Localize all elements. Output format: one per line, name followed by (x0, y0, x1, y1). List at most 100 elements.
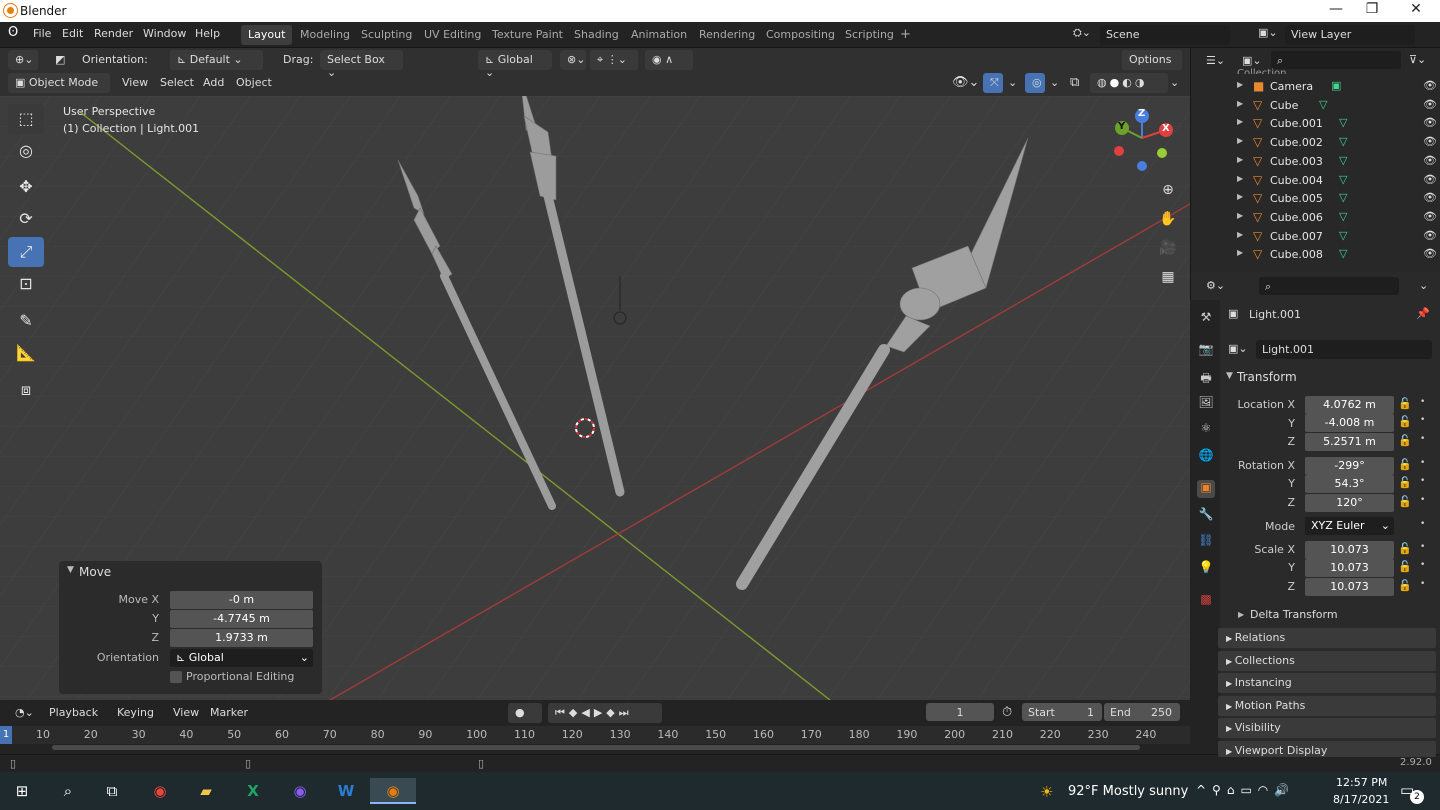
filter-icon[interactable]: ⊽⌄ (1409, 53, 1426, 66)
transform-header[interactable]: Transform (1237, 370, 1297, 384)
orientation-dropdown[interactable]: ⊾ Default ⌄ (170, 50, 263, 70)
mesh-data-icon[interactable]: ▽ (1339, 191, 1347, 204)
expand-triangle-icon[interactable]: ▶ (1237, 248, 1243, 257)
menu-object[interactable]: Object (236, 76, 272, 89)
expand-triangle-icon[interactable]: ▶ (1237, 155, 1243, 164)
keyframe-dot-icon[interactable]: • (1420, 495, 1425, 505)
outliner-row[interactable]: ▶ ▽ Cube ▽ 👁 (1191, 97, 1440, 116)
transform-orientation-dropdown[interactable]: ⊾ Global ⌄ (478, 50, 552, 79)
modifier-tab-icon[interactable]: 🔧 (1197, 507, 1215, 525)
outliner-row[interactable]: ▶ ▽ Cube.007 ▽ 👁 (1191, 228, 1440, 247)
rotation-y-field[interactable]: 54.3° (1305, 475, 1394, 493)
mesh-data-icon[interactable]: ▽ (1339, 247, 1347, 260)
transform-tool-icon[interactable]: ⊡ (8, 269, 44, 299)
keyframe-dot-icon[interactable]: • (1420, 476, 1425, 486)
scale-x-field[interactable]: 10.073 (1305, 541, 1394, 559)
transform-collapse-icon[interactable]: ▼ (1226, 371, 1233, 381)
constraint-tab-icon[interactable]: ⛓ (1197, 533, 1215, 551)
tab-scripting[interactable]: Scripting (838, 25, 901, 45)
keyframe-dot-icon[interactable]: • (1420, 542, 1425, 552)
section-viewport-display[interactable]: ▶ Viewport Display (1218, 741, 1436, 757)
tab-rendering[interactable]: Rendering (692, 25, 762, 45)
timeline-view-menu[interactable]: View (173, 706, 199, 719)
app-icon[interactable]: ◉ (286, 778, 314, 804)
lock-icon[interactable]: 🔓 (1398, 560, 1412, 573)
world-tab-icon[interactable]: 🌐 (1197, 448, 1215, 466)
rotation-mode-dropdown[interactable]: XYZ Euler ⌄ (1305, 517, 1394, 535)
location-x-field[interactable]: 4.0762 m (1305, 396, 1394, 414)
move-panel-title[interactable]: Move (79, 565, 111, 579)
mesh-data-icon[interactable]: ▽ (1339, 135, 1347, 148)
pin-icon[interactable]: 📌 (1416, 307, 1430, 320)
keying-menu[interactable]: Keying ⌄ (110, 703, 164, 732)
lock-icon[interactable]: 🔓 (1398, 495, 1412, 508)
lock-icon[interactable]: 🔓 (1398, 415, 1412, 428)
gizmo-dropdown-icon[interactable]: ⌄ (1008, 76, 1017, 89)
proportional-editing-checkbox[interactable] (170, 671, 182, 683)
mesh-data-icon[interactable]: ▽ (1339, 116, 1347, 129)
location-y-field[interactable]: -4.008 m (1305, 414, 1394, 432)
weather-icon[interactable]: ☀ (1040, 783, 1053, 801)
section-collections[interactable]: ▶ Collections (1218, 650, 1436, 671)
expand-triangle-icon[interactable]: ▶ (1237, 230, 1243, 239)
chrome-icon[interactable]: ◉ (146, 778, 174, 804)
measure-tool-icon[interactable]: 📐 (8, 338, 44, 368)
outliner-row[interactable]: ▶ ▽ Cube.005 ▽ 👁 (1191, 190, 1440, 209)
visibility-eye-icon[interactable]: 👁 (1423, 247, 1437, 260)
move-orientation-dropdown[interactable]: ⊾ Global ⌄ (170, 649, 313, 667)
record-button[interactable]: ● ⌄ (508, 703, 542, 732)
end-frame-field[interactable]: End 250 (1104, 703, 1180, 721)
cursor-tool-icon[interactable]: ◎ (8, 136, 44, 166)
weather-label[interactable]: 92°F Mostly sunny (1068, 784, 1188, 799)
scene-icon[interactable]: ⛭⌄ (1073, 26, 1091, 40)
output-tab-icon[interactable]: 🖶 (1197, 369, 1215, 387)
playback-controls[interactable]: ⏮◆◀▶◆⏭ (548, 703, 662, 723)
menu-file[interactable]: File (33, 27, 51, 40)
rotation-x-field[interactable]: -299° (1305, 457, 1394, 475)
scale-z-field[interactable]: 10.073 (1305, 578, 1394, 596)
frame-ruler[interactable]: 1 10 20 30 40 50 60 70 80 90 100 110 120 130 140 150 16… (0, 726, 1190, 744)
menu-render[interactable]: Render (94, 27, 133, 40)
outliner-row[interactable]: ▶ ■ Camera ▣ 👁 (1191, 78, 1440, 97)
move-y-field[interactable]: -4.7745 m (170, 610, 313, 628)
lock-icon[interactable]: 🔓 (1398, 542, 1412, 555)
pivot-dropdown[interactable]: ⊗⌄ (560, 50, 586, 70)
tab-sculpting[interactable]: Sculpting (354, 25, 419, 45)
section-visibility[interactable]: ▶ Visibility (1218, 718, 1436, 739)
lock-icon[interactable]: 🔓 (1398, 458, 1412, 471)
menu-view[interactable]: View (122, 76, 148, 89)
minimize-button[interactable]: — (1316, 1, 1356, 17)
windows-start-icon[interactable]: ⊞ (8, 778, 36, 804)
expand-triangle-icon[interactable]: ▶ (1237, 80, 1243, 89)
start-frame-field[interactable]: Start 1 (1022, 703, 1102, 721)
timeline-scrollbar[interactable] (52, 745, 1140, 750)
navigation-gizmo[interactable]: Z X Y (1110, 106, 1180, 176)
outliner-row[interactable]: ▶ ▽ Cube.006 ▽ 👁 (1191, 209, 1440, 228)
scene-tab-icon[interactable]: ⚛ (1197, 421, 1215, 439)
section-relations[interactable]: ▶ Relations (1218, 628, 1436, 648)
rotate-tool-icon[interactable]: ⟳ (8, 204, 44, 234)
properties-search[interactable]: ⌕ (1259, 277, 1399, 295)
move-z-field[interactable]: 1.9733 m (170, 629, 313, 647)
visibility-eye-icon[interactable]: 👁 (1423, 191, 1437, 204)
editor-type-button[interactable]: ⊕⌄ (8, 50, 38, 70)
lock-icon[interactable]: 🔓 (1398, 579, 1412, 592)
gizmo-toggle-icon[interactable]: ⤧ (983, 73, 1003, 93)
stopwatch-icon[interactable]: ⏱ (1002, 705, 1012, 720)
outliner-row[interactable]: ▶ ▽ Cube.004 ▽ 👁 (1191, 172, 1440, 191)
object-name-field[interactable]: Light.001 (1256, 340, 1432, 359)
texture-tab-icon[interactable]: ▩ (1197, 592, 1215, 610)
pan-hand-icon[interactable]: ✋ (1158, 211, 1178, 231)
outliner-search[interactable]: ⌕ (1271, 51, 1401, 69)
keyframe-dot-icon[interactable]: • (1420, 458, 1425, 468)
datablock-type-icon[interactable]: ▣⌄ (1228, 342, 1248, 355)
tool-tab-icon[interactable]: ⚒ (1197, 310, 1215, 328)
section-motion-paths[interactable]: ▶ Motion Paths (1218, 695, 1436, 716)
visibility-eye-icon[interactable]: 👁 (1423, 135, 1437, 148)
keyframe-dot-icon[interactable]: • (1420, 434, 1425, 444)
menu-edit[interactable]: Edit (62, 27, 83, 40)
visibility-eye-icon[interactable]: 👁 (1423, 116, 1437, 129)
tab-shading[interactable]: Shading (567, 25, 626, 45)
properties-options-icon[interactable]: ⌄ (1419, 279, 1428, 292)
tab-compositing[interactable]: Compositing (759, 25, 842, 45)
